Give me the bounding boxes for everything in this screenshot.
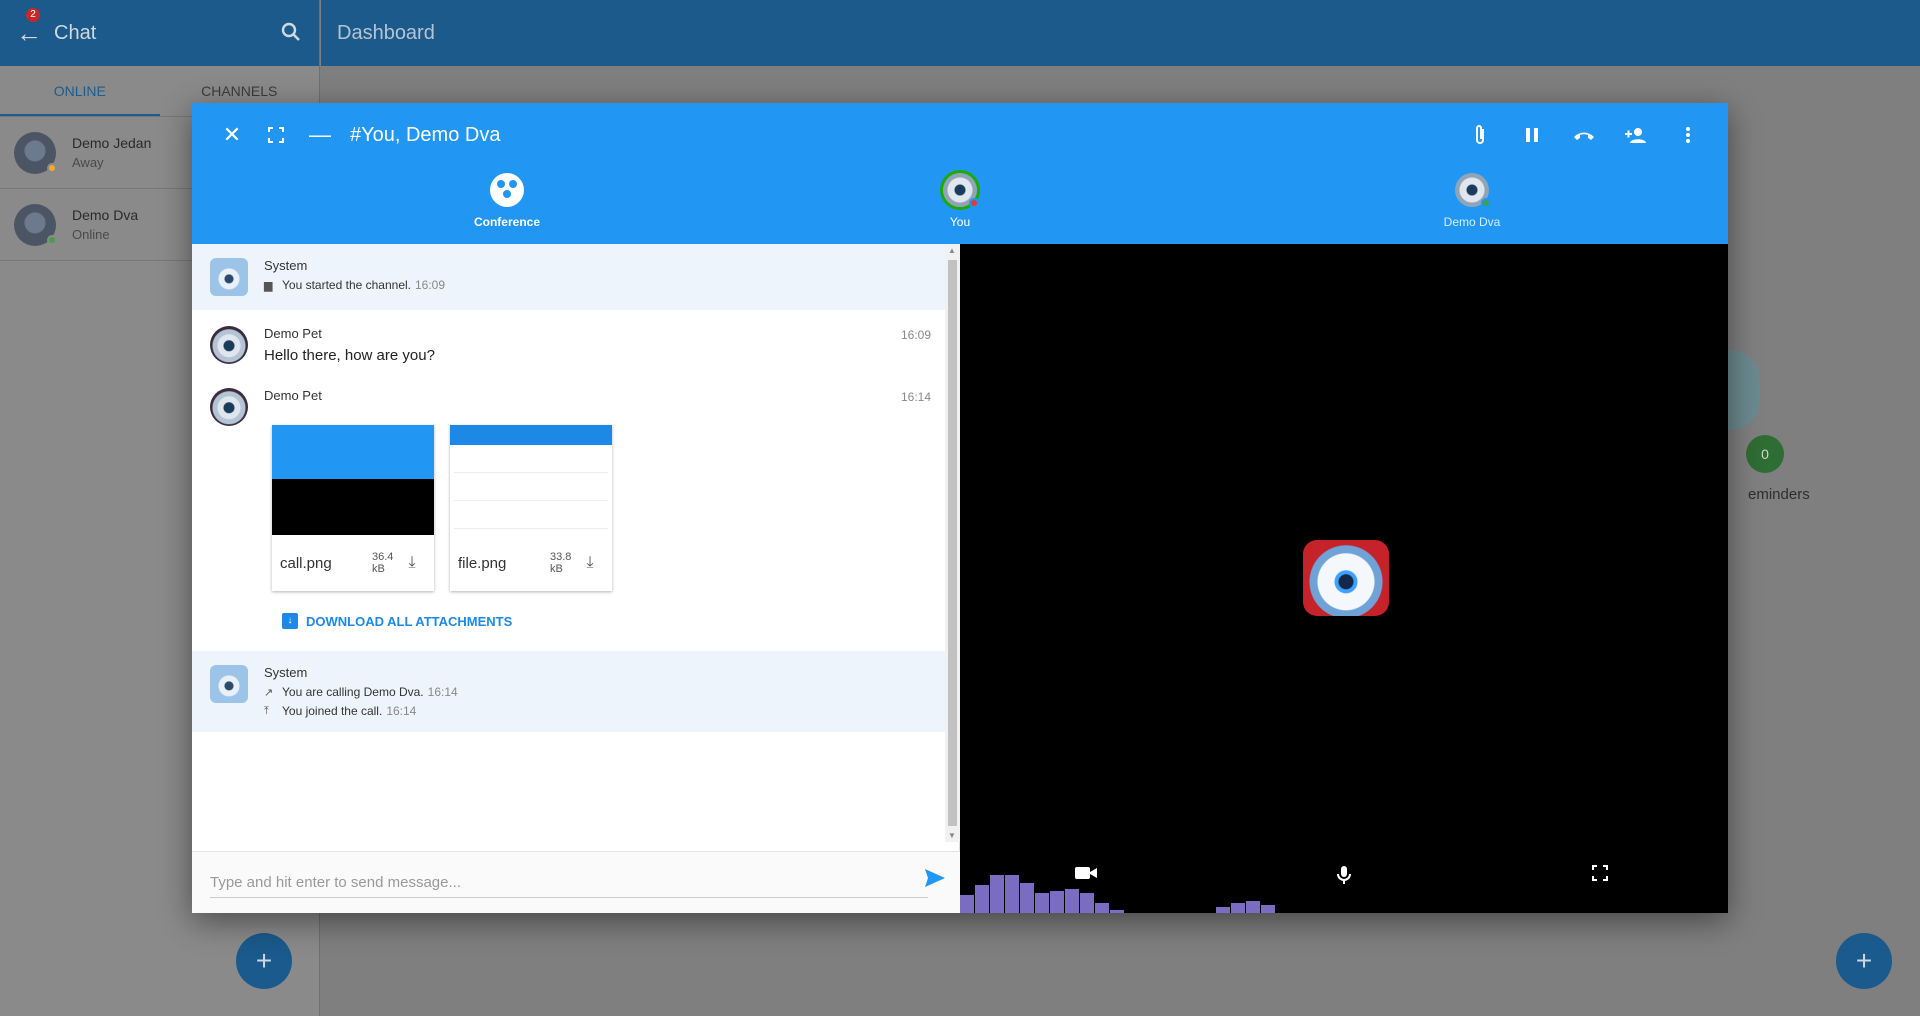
call-window: ✕ — #You, Demo Dva Conference You Demo D…	[192, 103, 1728, 913]
search-icon[interactable]	[281, 22, 303, 44]
attachment-thumbnail[interactable]	[272, 425, 434, 535]
attachment-card[interactable]: call.png 36.4 kB ⤓	[272, 425, 434, 591]
call-title: #You, Demo Dva	[350, 123, 501, 146]
message-text: Hello there, how are you?	[264, 347, 435, 364]
add-person-icon[interactable]	[1614, 115, 1658, 155]
attachment-thumbnail[interactable]	[450, 425, 612, 535]
sidebar-header: ← 2 Chat	[0, 0, 319, 66]
chat-message: Demo Pet Hello there, how are you? 16:09	[192, 310, 945, 372]
participant-you[interactable]: You	[900, 173, 1020, 229]
audio-level-meter	[1216, 901, 1275, 913]
participant-label: You	[949, 215, 971, 229]
call-header: ✕ — #You, Demo Dva Conference You Demo D…	[192, 103, 1728, 244]
mic-icon[interactable]	[1326, 865, 1362, 889]
contact-name: Demo Jedan	[72, 135, 152, 151]
download-icon[interactable]: ⤓	[398, 554, 426, 572]
attachment-size: 36.4 kB	[372, 551, 394, 575]
system-text: You joined the call.	[282, 704, 383, 718]
back-arrow-icon[interactable]: ← 2	[16, 7, 46, 49]
participant-label: Conference	[473, 215, 541, 229]
system-message: System ↗ You are calling Demo Dva. 16:14 ⤒…	[192, 651, 945, 732]
hangup-icon[interactable]	[1562, 115, 1606, 155]
avatar	[1455, 173, 1491, 208]
download-icon[interactable]: ⤓	[576, 554, 604, 572]
system-text: You started the channel.	[282, 278, 411, 292]
contact-status: Online	[72, 227, 110, 242]
message-scrollbar[interactable]: ▲ ▼	[945, 244, 960, 842]
minimize-icon[interactable]: —	[298, 115, 342, 155]
add-button[interactable]: +	[1836, 933, 1892, 989]
message-time: 16:09	[900, 328, 931, 342]
reminders-count: 0	[1746, 435, 1784, 473]
avatar	[210, 326, 248, 364]
attachment-card[interactable]: file.png 33.8 kB ⤓	[450, 425, 612, 591]
participant-label: Demo Dva	[1443, 215, 1501, 229]
message-input[interactable]	[210, 868, 928, 898]
status-dot	[47, 234, 57, 245]
message-composer	[192, 851, 960, 913]
message-author: System	[264, 665, 308, 680]
outgoing-call-icon: ↗	[264, 686, 274, 699]
avatar	[14, 131, 57, 174]
scroll-down-icon[interactable]: ▼	[948, 831, 956, 840]
archive-icon: ↓	[282, 613, 298, 629]
chat-panel: System ▆ You started the channel. 16:09 De…	[192, 244, 960, 913]
message-time: 16:09	[415, 278, 446, 292]
message-list: System ▆ You started the channel. 16:09 De…	[192, 244, 945, 842]
contact-name: Demo Dva	[72, 207, 139, 223]
conference-icon	[490, 173, 524, 207]
dashboard-title: Dashboard	[321, 0, 1920, 66]
avatar	[14, 203, 57, 246]
attachment-name: call.png	[280, 554, 332, 572]
attach-icon[interactable]	[1458, 115, 1502, 155]
notification-badge: 2	[26, 7, 40, 22]
download-all-label: DOWNLOAD ALL ATTACHMENTS	[306, 613, 513, 629]
status-dot	[47, 162, 57, 173]
avatar	[943, 173, 979, 208]
download-all-button[interactable]: ↓ DOWNLOAD ALL ATTACHMENTS	[282, 613, 927, 629]
message-author: System	[264, 258, 308, 273]
system-message: System ▆ You started the channel. 16:09	[192, 244, 945, 310]
tab-online[interactable]: ONLINE	[0, 66, 160, 116]
send-icon[interactable]	[920, 866, 950, 896]
system-avatar	[210, 258, 248, 296]
camera-icon[interactable]	[1068, 865, 1104, 889]
message-time: 16:14	[427, 685, 458, 699]
reminders-label: eminders	[1748, 486, 1810, 503]
participant-conference[interactable]: Conference	[447, 173, 567, 229]
remote-avatar	[1303, 540, 1389, 616]
message-time: 16:14	[386, 704, 417, 718]
participant-demo-dva[interactable]: Demo Dva	[1412, 173, 1532, 229]
contact-status: Away	[72, 155, 104, 170]
message-author: Demo Pet	[264, 388, 322, 403]
more-icon[interactable]	[1666, 115, 1710, 155]
status-dot	[969, 198, 979, 208]
scroll-up-icon[interactable]: ▲	[948, 246, 956, 255]
participants-bar: Conference You Demo Dva	[192, 167, 1728, 244]
fullscreen-icon[interactable]	[254, 115, 298, 155]
system-avatar	[210, 665, 248, 703]
system-text: You are calling Demo Dva.	[282, 685, 424, 699]
attachment-name: file.png	[458, 554, 507, 572]
expand-icon[interactable]	[1582, 865, 1618, 889]
close-icon[interactable]: ✕	[210, 115, 254, 155]
attachment-list: call.png 36.4 kB ⤓ file.png 33.8 kB ⤓	[272, 425, 927, 591]
status-dot	[1481, 198, 1491, 208]
joined-call-icon: ⤒	[264, 704, 269, 717]
message-time: 16:14	[900, 390, 931, 404]
pause-icon[interactable]	[1510, 115, 1554, 155]
attachment-size: 33.8 kB	[550, 551, 572, 575]
message-author: Demo Pet	[264, 326, 322, 341]
sidebar-title: Chat	[54, 21, 97, 44]
new-chat-button[interactable]: +	[236, 933, 292, 989]
video-panel	[960, 244, 1728, 913]
chat-message: Demo Pet call.png 36.4 kB ⤓ file.png 33.…	[192, 372, 945, 637]
chat-icon: ▆	[264, 279, 273, 292]
scroll-thumb[interactable]	[948, 260, 957, 826]
avatar	[210, 388, 248, 426]
